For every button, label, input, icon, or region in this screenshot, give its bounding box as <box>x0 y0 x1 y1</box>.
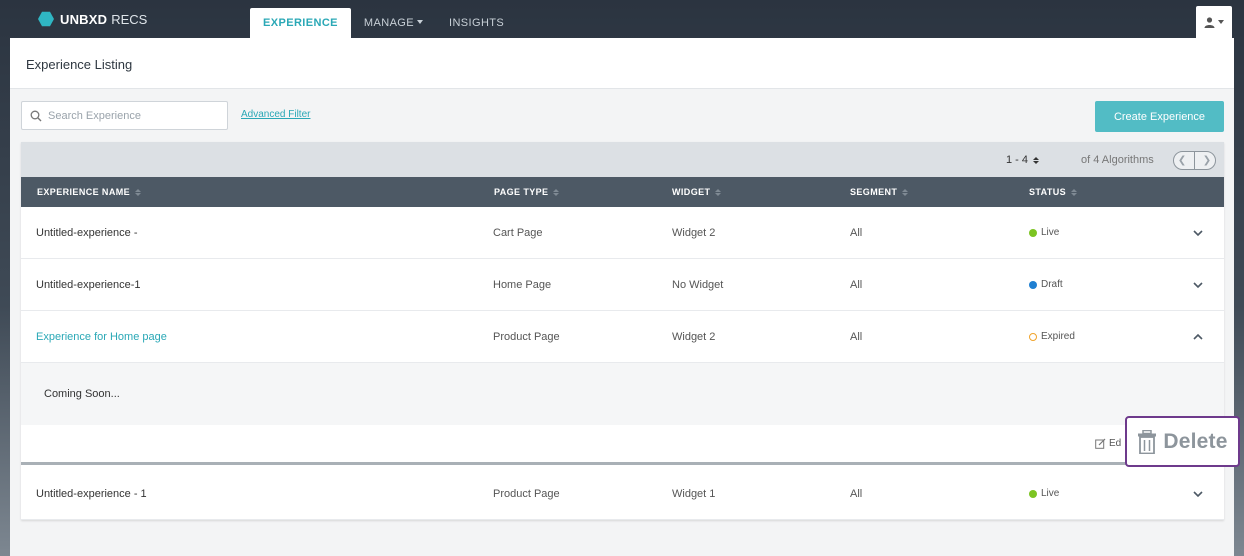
chevron-up-icon[interactable] <box>1191 331 1205 343</box>
status-label: Draft <box>1041 279 1063 290</box>
experience-name[interactable]: Untitled-experience-1 <box>36 259 141 311</box>
page-type: Product Page <box>493 488 560 500</box>
widget: Widget 2 <box>672 331 716 343</box>
panel-header: Experience Listing <box>10 38 1234 89</box>
search-icon <box>30 110 42 121</box>
column-header-experience-name[interactable]: EXPERIENCE NAME <box>37 177 142 207</box>
column-header-label: PAGE TYPE <box>494 187 549 197</box>
nav-tab-label: EXPERIENCE <box>263 17 338 29</box>
hexagon-logo-icon <box>38 11 54 27</box>
caret-down-icon <box>1218 20 1224 24</box>
sort-icon <box>715 188 722 196</box>
pagination-arrows: ❮ ❯ <box>1173 151 1216 170</box>
sort-icon <box>553 188 560 196</box>
pagination-total: of 4 Algorithms <box>1081 154 1154 166</box>
main-panel: Experience Listing Advanced Filter Creat… <box>10 38 1234 556</box>
column-header-label: WIDGET <box>672 187 711 197</box>
edit-label: Ed <box>1109 438 1122 449</box>
search-input[interactable] <box>48 109 208 122</box>
trash-icon <box>1138 429 1157 454</box>
status-draft-dot-icon <box>1029 281 1037 289</box>
nav-tab-label: MANAGE <box>363 17 414 29</box>
experience-name[interactable]: Experience for Home page <box>36 311 167 363</box>
brand-name-bold: UNBXD <box>60 11 108 27</box>
sort-icon <box>902 188 909 196</box>
segment: All <box>850 331 863 343</box>
status-label: Live <box>1041 488 1060 499</box>
column-header-label: EXPERIENCE NAME <box>37 187 131 197</box>
widget: Widget 1 <box>672 488 716 500</box>
status-badge: Expired <box>1029 311 1075 363</box>
segment: All <box>850 279 863 291</box>
delete-label: Delete <box>1163 429 1228 453</box>
main-nav: EXPERIENCE MANAGE INSIGHTS <box>250 8 517 38</box>
table-row[interactable]: Experience for Home page Product Page Wi… <box>21 311 1224 363</box>
column-header-label: SEGMENT <box>850 187 898 197</box>
brand-name-light: RECS <box>111 11 148 27</box>
sort-updown-icon <box>1033 156 1040 164</box>
chevron-down-icon[interactable] <box>1191 227 1205 239</box>
create-experience-button[interactable]: Create Experience <box>1095 101 1224 132</box>
table-row[interactable]: Untitled-experience - Cart Page Widget 2… <box>21 207 1224 259</box>
column-header-segment[interactable]: SEGMENT <box>850 177 909 207</box>
table-row[interactable]: Untitled-experience - 1 Product Page Wid… <box>21 468 1224 520</box>
page-type: Cart Page <box>493 227 543 239</box>
page-range-value: 1 - 4 <box>1006 154 1029 166</box>
page-type: Product Page <box>493 331 560 343</box>
chevron-down-icon[interactable] <box>1191 279 1205 291</box>
caret-down-icon <box>417 20 423 25</box>
table-header: EXPERIENCE NAME PAGE TYPE WIDGET SEGMENT… <box>21 177 1224 207</box>
nav-tab-manage[interactable]: MANAGE <box>351 8 436 38</box>
edit-button[interactable]: Ed <box>1095 438 1121 449</box>
table-row[interactable]: Untitled-experience-1 Home Page No Widge… <box>21 259 1224 311</box>
pager-divider <box>1193 152 1195 169</box>
top-navbar: UNBXD RECS EXPERIENCE MANAGE INSIGHTS <box>0 0 1244 38</box>
advanced-filter-link[interactable]: Advanced Filter <box>241 109 310 120</box>
sort-icon <box>1071 188 1078 196</box>
expanded-body-text: Coming Soon... <box>44 388 120 400</box>
status-badge: Live <box>1029 468 1059 520</box>
segment: All <box>850 488 863 500</box>
prev-page-icon[interactable]: ❮ <box>1178 155 1186 166</box>
column-header-label: STATUS <box>1029 187 1067 197</box>
widget: No Widget <box>672 279 724 291</box>
chevron-down-icon[interactable] <box>1191 488 1205 500</box>
search-box[interactable] <box>21 101 228 130</box>
nav-tab-insights[interactable]: INSIGHTS <box>436 8 517 38</box>
column-header-status[interactable]: STATUS <box>1029 177 1078 207</box>
column-header-widget[interactable]: WIDGET <box>672 177 722 207</box>
status-expired-dot-icon <box>1029 333 1037 341</box>
pagination-bar: 1 - 4 of 4 Algorithms ❮ ❯ <box>21 142 1224 177</box>
status-badge: Live <box>1029 207 1059 259</box>
status-label: Live <box>1041 227 1060 238</box>
delete-button[interactable]: Delete <box>1125 416 1240 467</box>
experience-name[interactable]: Untitled-experience - <box>36 207 138 259</box>
row-actions: Ed <box>21 425 1224 465</box>
brand-logo[interactable]: UNBXD RECS <box>38 11 147 27</box>
next-page-icon[interactable]: ❯ <box>1203 155 1211 166</box>
column-header-page-type[interactable]: PAGE TYPE <box>494 177 560 207</box>
widget: Widget 2 <box>672 227 716 239</box>
page-range-select[interactable]: 1 - 4 <box>1006 154 1040 166</box>
page-title: Experience Listing <box>26 57 133 72</box>
page-type: Home Page <box>493 279 552 291</box>
status-label: Expired <box>1041 331 1075 342</box>
status-live-dot-icon <box>1029 490 1037 498</box>
edit-icon <box>1095 438 1106 449</box>
user-menu-button[interactable] <box>1196 6 1232 38</box>
status-live-dot-icon <box>1029 229 1037 237</box>
status-badge: Draft <box>1029 259 1063 311</box>
expanded-details: Coming Soon... <box>21 363 1224 425</box>
nav-tab-label: INSIGHTS <box>449 17 505 29</box>
sort-icon <box>135 188 142 196</box>
nav-tab-experience[interactable]: EXPERIENCE <box>250 8 351 38</box>
segment: All <box>850 227 863 239</box>
experience-table: 1 - 4 of 4 Algorithms ❮ ❯ EXPERIENCE NAM… <box>21 142 1224 520</box>
user-icon <box>1204 16 1215 28</box>
experience-name[interactable]: Untitled-experience - 1 <box>36 468 147 520</box>
